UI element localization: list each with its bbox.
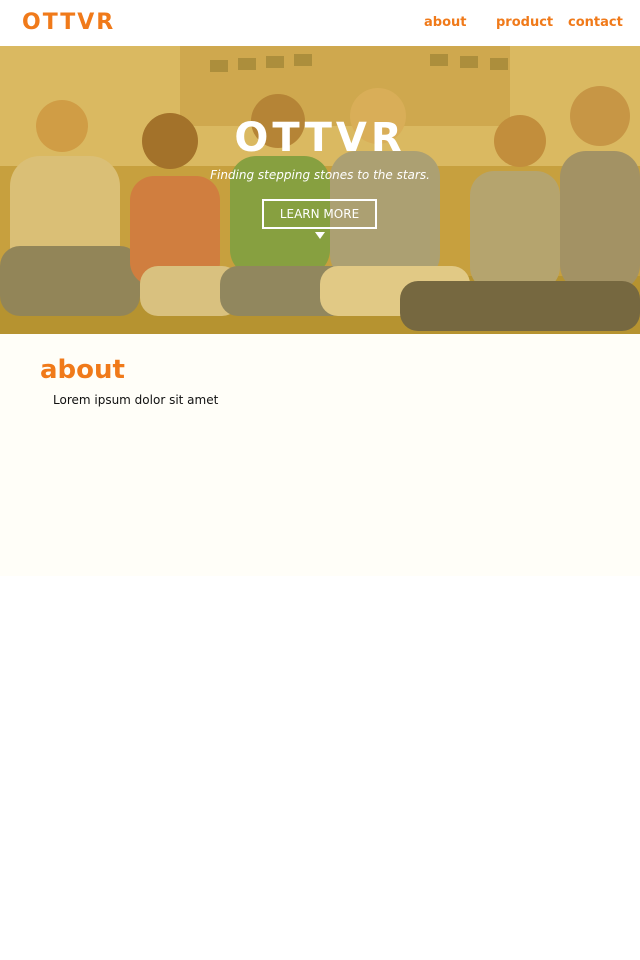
triangle-down-icon[interactable] <box>315 232 325 239</box>
brand-logo[interactable]: OTTVR <box>22 9 115 37</box>
nav-link-contact[interactable]: contact <box>568 14 623 32</box>
hero-color-overlay <box>0 46 640 334</box>
nav-link-product[interactable]: product <box>496 14 553 32</box>
hero-banner: OTTVR Finding stepping stones to the sta… <box>0 46 640 334</box>
hero-title: OTTVR <box>234 115 406 161</box>
nav-link-about[interactable]: about <box>424 14 466 32</box>
about-section: about Lorem ipsum dolor sit amet <box>0 334 640 576</box>
learn-more-button[interactable]: LEARN MORE <box>262 199 377 229</box>
hero-tagline: Finding stepping stones to the stars. <box>210 168 430 182</box>
top-navbar: OTTVR about product contact <box>0 0 640 46</box>
about-body-text: Lorem ipsum dolor sit amet <box>53 393 219 407</box>
about-heading: about <box>40 355 125 385</box>
